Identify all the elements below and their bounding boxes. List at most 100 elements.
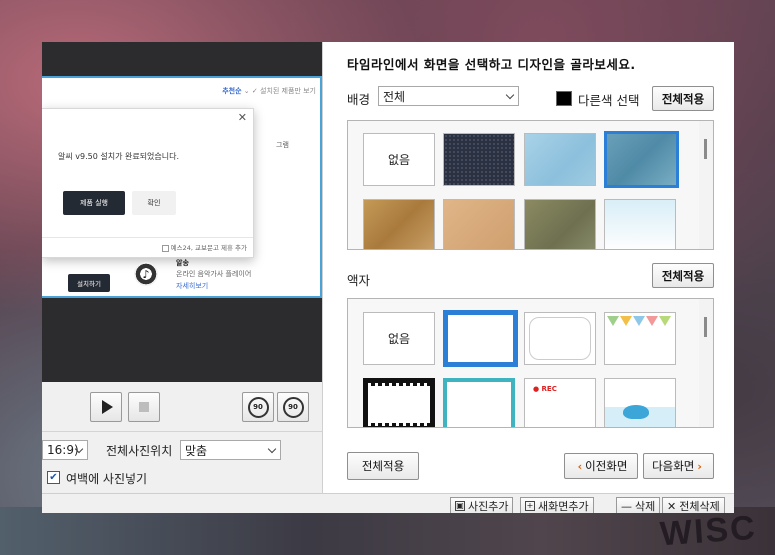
play-icon (102, 400, 113, 414)
frame-tile-rec[interactable]: ● REC (524, 378, 596, 427)
ratio-select-value: 16:9) (47, 443, 79, 457)
stop-icon (139, 402, 149, 412)
run-product-button[interactable]: 제품 실행 (63, 191, 125, 215)
checkbox-icon (161, 244, 169, 252)
add-photo-label: 사진추가 (468, 500, 509, 513)
chevron-down-icon: ⌄ (243, 87, 250, 95)
photo-position-select[interactable]: 맞춤 (180, 440, 281, 460)
app-detail-link[interactable]: 자세히보기 (176, 281, 208, 291)
frame-tile-rounded[interactable] (524, 312, 596, 365)
check-icon: ✔ (49, 471, 58, 483)
frame-tile-cyan[interactable] (443, 378, 515, 427)
chevron-left-icon: ‹ (577, 459, 583, 473)
background-tile-navy[interactable] (443, 133, 515, 186)
preview-screenshot: 추천순 ⌄ ✓ 설치된 제품만 보기 그램 ✕ 알씨 v9.50 설치가 완료되… (42, 76, 322, 298)
frame-scrollbar[interactable] (699, 299, 713, 427)
new-screen-icon: + (525, 501, 535, 511)
background-scrollbar[interactable] (699, 121, 713, 249)
side-fragment: 그램 (276, 141, 289, 149)
preview-site-header: 추천순 ⌄ ✓ 설치된 제품만 보기 (222, 86, 316, 96)
delete-button[interactable]: — 삭제 (616, 497, 661, 513)
music-note-icon: ♪ (134, 262, 158, 286)
play-button[interactable] (90, 392, 122, 422)
other-color-label[interactable]: 다른색 선택 (578, 90, 639, 109)
previous-screen-button[interactable]: ‹ 이전화면 (564, 453, 638, 479)
timeline-toolbar: ▣ 사진추가 + 새화면추가 — 삭제 ✕ 전체삭제 (42, 493, 734, 513)
frame-tile-blue-selected[interactable] (443, 310, 518, 367)
app-description: 온라인 음악가사 플레이어 (176, 270, 252, 278)
photo-position-value: 맞춤 (185, 443, 208, 458)
left-pane: 추천순 ⌄ ✓ 설치된 제품만 보기 그램 ✕ 알씨 v9.50 설치가 완료되… (42, 42, 322, 513)
next-screen-label: 다음화면 (652, 459, 695, 473)
photo-options: 16:9) 전체사진위치 맞춤 ✔ 여백에 사진넣기 (42, 432, 322, 492)
rec-label: ● REC (533, 385, 557, 393)
frame-none-tile[interactable]: 없음 (363, 312, 435, 365)
scroll-thumb[interactable] (704, 317, 707, 337)
frame-apply-all-button[interactable]: 전체적용 (652, 263, 714, 288)
dialog-message: 알씨 v9.50 설치가 완료되었습니다. (58, 152, 180, 161)
background-tile-parchment[interactable] (363, 199, 435, 249)
backdrop-strip (0, 507, 775, 555)
ratio-select[interactable]: 16:9) (42, 440, 88, 460)
sort-label: 추천순 (222, 87, 242, 95)
whale-icon (623, 405, 649, 419)
design-instructions: 타임라인에서 화면을 선택하고 디자인을 골라보세요. (347, 57, 636, 72)
background-label: 배경 (347, 92, 371, 107)
previous-screen-label: 이전화면 (585, 459, 628, 473)
close-icon: ✕ (667, 499, 677, 513)
background-tile-kraft[interactable] (443, 199, 515, 249)
installed-only-label: 설치된 제품만 보기 (260, 87, 316, 95)
install-button[interactable]: 설치하기 (68, 274, 110, 292)
chevron-down-icon (505, 90, 515, 100)
background-category-select[interactable]: 전체 (378, 86, 519, 106)
new-screen-label: 새화면추가 (538, 500, 589, 513)
frame-tile-whale[interactable] (604, 378, 676, 427)
fill-margin-checkbox[interactable]: ✔ (47, 471, 60, 484)
film-perforations-bottom (368, 423, 430, 426)
playback-controls: 90 90 (42, 382, 322, 432)
background-tile-sky[interactable] (604, 199, 676, 249)
photo-icon: ▣ (455, 501, 465, 511)
backdrop-text: WISC (658, 508, 759, 554)
rotate-right-icon: 90 (282, 396, 304, 418)
rotate-right-button[interactable]: 90 (277, 392, 309, 422)
fill-margin-label: 여백에 사진넣기 (66, 472, 148, 486)
confirm-button[interactable]: 확인 (132, 191, 176, 215)
check-icon: ✓ (251, 87, 258, 95)
minus-icon: — (621, 499, 632, 513)
background-tile-teal-selected[interactable] (604, 131, 679, 188)
rotate-left-button[interactable]: 90 (242, 392, 274, 422)
frame-tile-filmstrip[interactable] (363, 378, 435, 427)
partner-checkbox[interactable]: 예스24, 교보문고 제휴 추가 (161, 242, 247, 252)
frame-tile-bunting[interactable] (604, 312, 676, 365)
stop-button[interactable] (128, 392, 160, 422)
scroll-thumb[interactable] (704, 139, 707, 159)
close-icon[interactable]: ✕ (238, 111, 247, 124)
delete-all-label: 전체삭제 (679, 500, 720, 513)
add-photo-button[interactable]: ▣ 사진추가 (450, 497, 514, 513)
bunting-flags (607, 316, 671, 326)
app-name: 알송 (176, 259, 189, 267)
dialog-footer: 예스24, 교보문고 제휴 추가 (42, 237, 253, 256)
rotate-left-icon: 90 (247, 396, 269, 418)
background-none-tile[interactable]: 없음 (363, 133, 435, 186)
frame-grid: 없음 ● REC (347, 298, 714, 428)
apply-all-button[interactable]: 전체적용 (347, 452, 419, 480)
frame-label: 액자 (347, 273, 371, 288)
background-tile-olive[interactable] (524, 199, 596, 249)
background-apply-all-button[interactable]: 전체적용 (652, 86, 714, 111)
background-tile-lightblue[interactable] (524, 133, 596, 186)
next-screen-button[interactable]: 다음화면 › (643, 453, 714, 479)
new-screen-button[interactable]: + 새화면추가 (520, 497, 594, 513)
partner-label: 예스24, 교보문고 제휴 추가 (170, 244, 247, 252)
chevron-down-icon (267, 444, 277, 454)
install-complete-dialog: ✕ 알씨 v9.50 설치가 완료되었습니다. 제품 실행 확인 예스24, 교… (42, 108, 254, 258)
delete-label: 삭제 (635, 500, 656, 513)
background-grid: 없음 (347, 120, 714, 250)
preview-area: 추천순 ⌄ ✓ 설치된 제품만 보기 그램 ✕ 알씨 v9.50 설치가 완료되… (42, 42, 322, 382)
background-category-value: 전체 (383, 90, 406, 104)
color-swatch[interactable] (556, 91, 572, 106)
rounded-frame-shape (529, 317, 591, 360)
delete-all-button[interactable]: ✕ 전체삭제 (662, 497, 725, 513)
chevron-right-icon: › (697, 459, 702, 473)
